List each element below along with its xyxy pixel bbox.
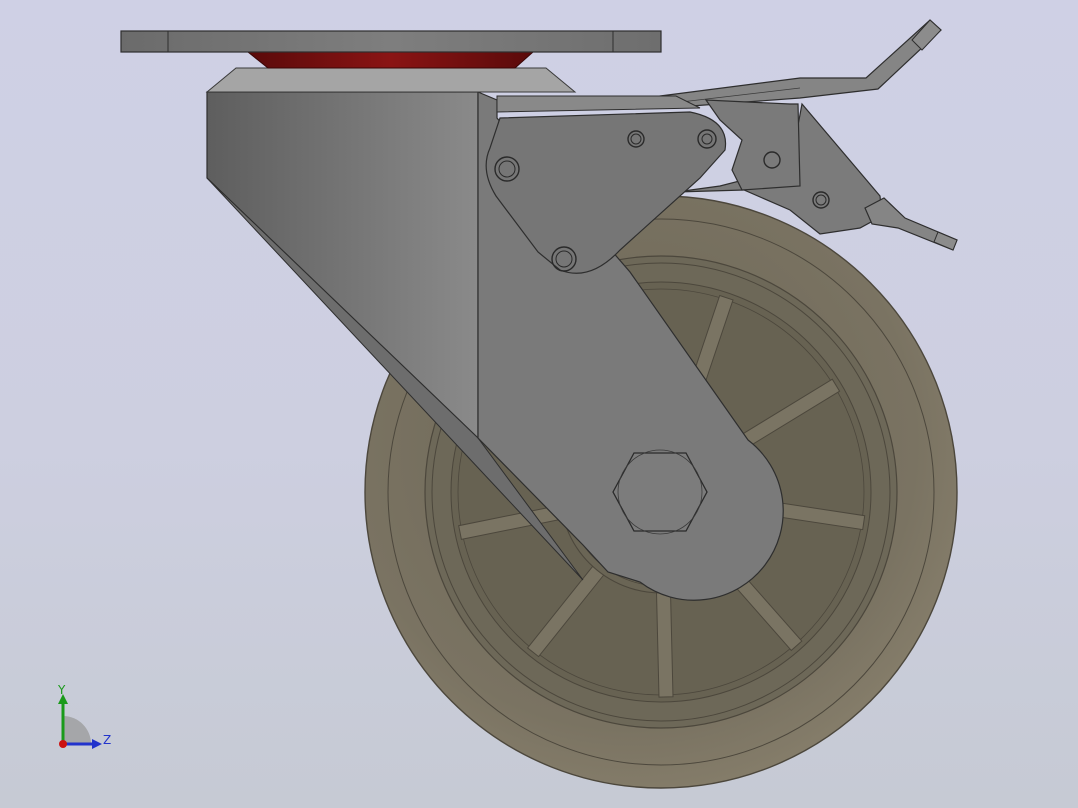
swivel-bearing-ring <box>246 51 535 69</box>
wheel-spoke <box>655 591 674 698</box>
top-mounting-plate[interactable] <box>120 30 662 53</box>
brake-pedal[interactable] <box>659 19 942 109</box>
view-orientation-triad[interactable]: Y Z <box>40 684 120 754</box>
caster-model-3d-view[interactable] <box>0 0 1078 808</box>
brake-release-lever-tip[interactable] <box>933 231 958 251</box>
graphics-viewport[interactable]: Y Z <box>0 0 1078 808</box>
triad-y-label: Y <box>57 684 66 697</box>
fork-top-flange <box>496 95 701 113</box>
triad-plane-quadrant <box>63 716 91 744</box>
fork-front-face <box>206 91 479 440</box>
triad-x-axis-point <box>59 740 67 748</box>
triad-z-arrow <box>92 739 102 749</box>
axle-nut[interactable] <box>612 452 708 532</box>
swivel-lower-race <box>205 67 577 93</box>
triad-z-label: Z <box>103 733 111 747</box>
swivel-head[interactable] <box>120 30 662 93</box>
